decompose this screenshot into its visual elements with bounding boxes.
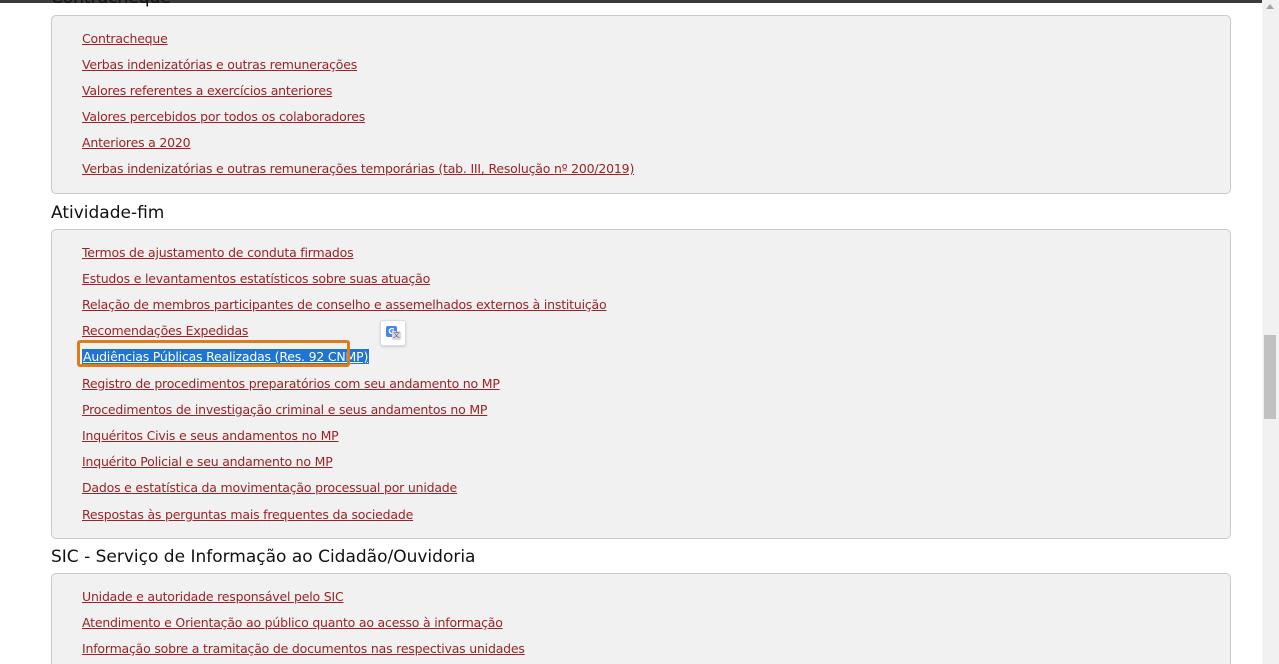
list-item: Inquérito Policial e seu andamento no MP: [82, 453, 333, 471]
link-valores-colaboradores[interactable]: Valores percebidos por todos os colabora…: [82, 109, 365, 124]
link-inquerito-policial[interactable]: Inquérito Policial e seu andamento no MP: [82, 454, 333, 469]
link-recomendacoes-expedidas[interactable]: Recomendações Expedidas: [82, 323, 248, 338]
focus-highlight: [77, 340, 350, 367]
page-content: Contracheque Contracheque Verbas indeniz…: [0, 0, 1262, 664]
link-unidade-autoridade[interactable]: Unidade e autoridade responsável pelo SI…: [82, 589, 344, 604]
link-inqueritos-civis[interactable]: Inquéritos Civis e seus andamentos no MP: [82, 428, 339, 443]
list-item: Unidade e autoridade responsável pelo SI…: [82, 588, 344, 606]
panel-sic: Unidade e autoridade responsável pelo SI…: [51, 573, 1231, 664]
list-item: Dados e estatística da movimentação proc…: [82, 479, 457, 497]
scrollbar-thumb[interactable]: [1264, 335, 1276, 419]
section-title-contracheque: Contracheque: [51, 0, 171, 8]
list-item: Contracheque: [82, 30, 168, 48]
link-verbas-temporarias[interactable]: Verbas indenizatórias e outras remuneraç…: [82, 161, 634, 176]
google-translate-icon[interactable]: G 文: [380, 320, 406, 346]
list-item: Estudos e levantamentos estatísticos sob…: [82, 270, 430, 288]
link-atendimento-orientacao[interactable]: Atendimento e Orientação ao público quan…: [82, 615, 503, 630]
section-title-sic: SIC - Serviço de Informação ao Cidadão/O…: [51, 547, 476, 567]
list-item: Registro de procedimentos preparatórios …: [82, 375, 500, 393]
link-procedimentos-preparatorios[interactable]: Registro de procedimentos preparatórios …: [82, 376, 500, 391]
list-item: Recomendações Expedidas: [82, 322, 248, 340]
link-tramitacao-documentos[interactable]: Informação sobre a tramitação de documen…: [82, 641, 525, 656]
list-item: Atendimento e Orientação ao público quan…: [82, 614, 503, 632]
link-verbas-indenizatorias[interactable]: Verbas indenizatórias e outras remuneraç…: [82, 57, 357, 72]
link-respostas-perguntas[interactable]: Respostas às perguntas mais frequentes d…: [82, 507, 413, 522]
list-item: Verbas indenizatórias e outras remuneraç…: [82, 56, 357, 74]
link-estudos-levantamentos[interactable]: Estudos e levantamentos estatísticos sob…: [82, 271, 430, 286]
list-item: Inquéritos Civis e seus andamentos no MP: [82, 427, 339, 445]
link-contracheque[interactable]: Contracheque: [82, 31, 168, 46]
list-item: Valores referentes a exercícios anterior…: [82, 82, 332, 100]
link-anteriores-2020[interactable]: Anteriores a 2020: [82, 135, 191, 150]
link-exercicios-anteriores[interactable]: Valores referentes a exercícios anterior…: [82, 83, 332, 98]
list-item: Verbas indenizatórias e outras remuneraç…: [82, 160, 634, 178]
section-title-atividade-fim: Atividade-fim: [51, 203, 165, 223]
list-item: Valores percebidos por todos os colabora…: [82, 108, 365, 126]
list-item: Informação sobre a tramitação de documen…: [82, 640, 525, 658]
list-item: Anteriores a 2020: [82, 134, 191, 152]
link-termos-ajustamento[interactable]: Termos de ajustamento de conduta firmado…: [82, 245, 354, 260]
scroll-up-arrow-icon[interactable]: [1266, 4, 1274, 9]
list-item: Relação de membros participantes de cons…: [82, 296, 607, 314]
vertical-scrollbar[interactable]: [1262, 0, 1279, 664]
link-dados-estatistica[interactable]: Dados e estatística da movimentação proc…: [82, 480, 457, 495]
list-item: Procedimentos de investigação criminal e…: [82, 401, 487, 419]
link-relacao-membros[interactable]: Relação de membros participantes de cons…: [82, 297, 607, 312]
translate-t-glyph: 文: [392, 331, 401, 340]
list-item: Termos de ajustamento de conduta firmado…: [82, 244, 354, 262]
panel-atividade-fim: Termos de ajustamento de conduta firmado…: [51, 229, 1231, 539]
panel-contracheque: Contracheque Verbas indenizatórias e out…: [51, 15, 1231, 194]
top-border: [0, 0, 1262, 3]
list-item: Respostas às perguntas mais frequentes d…: [82, 506, 413, 524]
link-investigacao-criminal[interactable]: Procedimentos de investigação criminal e…: [82, 402, 487, 417]
